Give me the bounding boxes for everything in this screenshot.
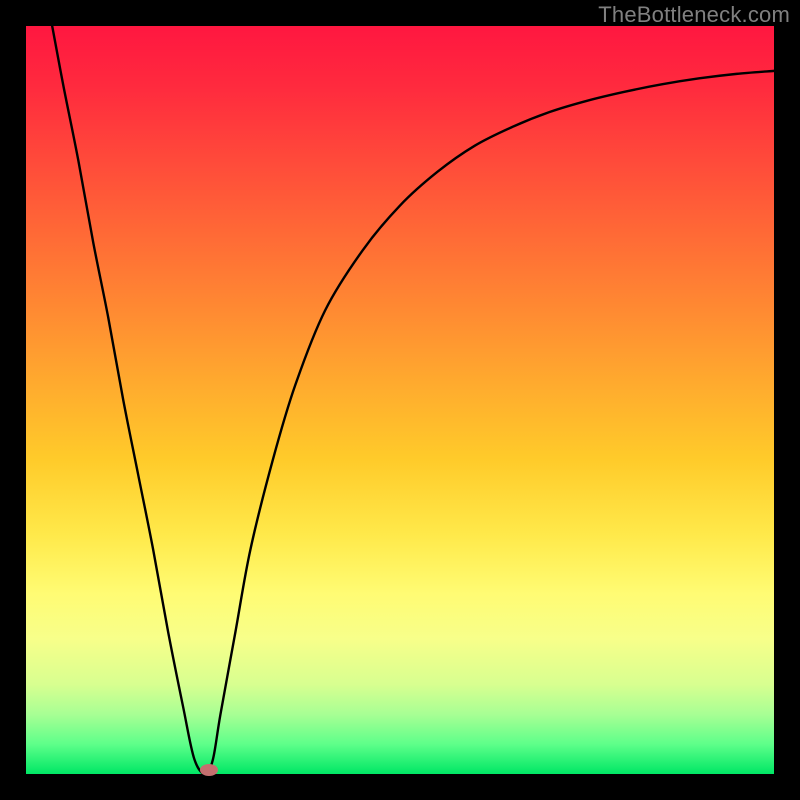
watermark-text: TheBottleneck.com: [598, 2, 790, 28]
chart-frame: TheBottleneck.com: [0, 0, 800, 800]
plot-area: [26, 26, 774, 774]
minimum-marker: [200, 764, 218, 776]
curve-line: [26, 26, 774, 774]
